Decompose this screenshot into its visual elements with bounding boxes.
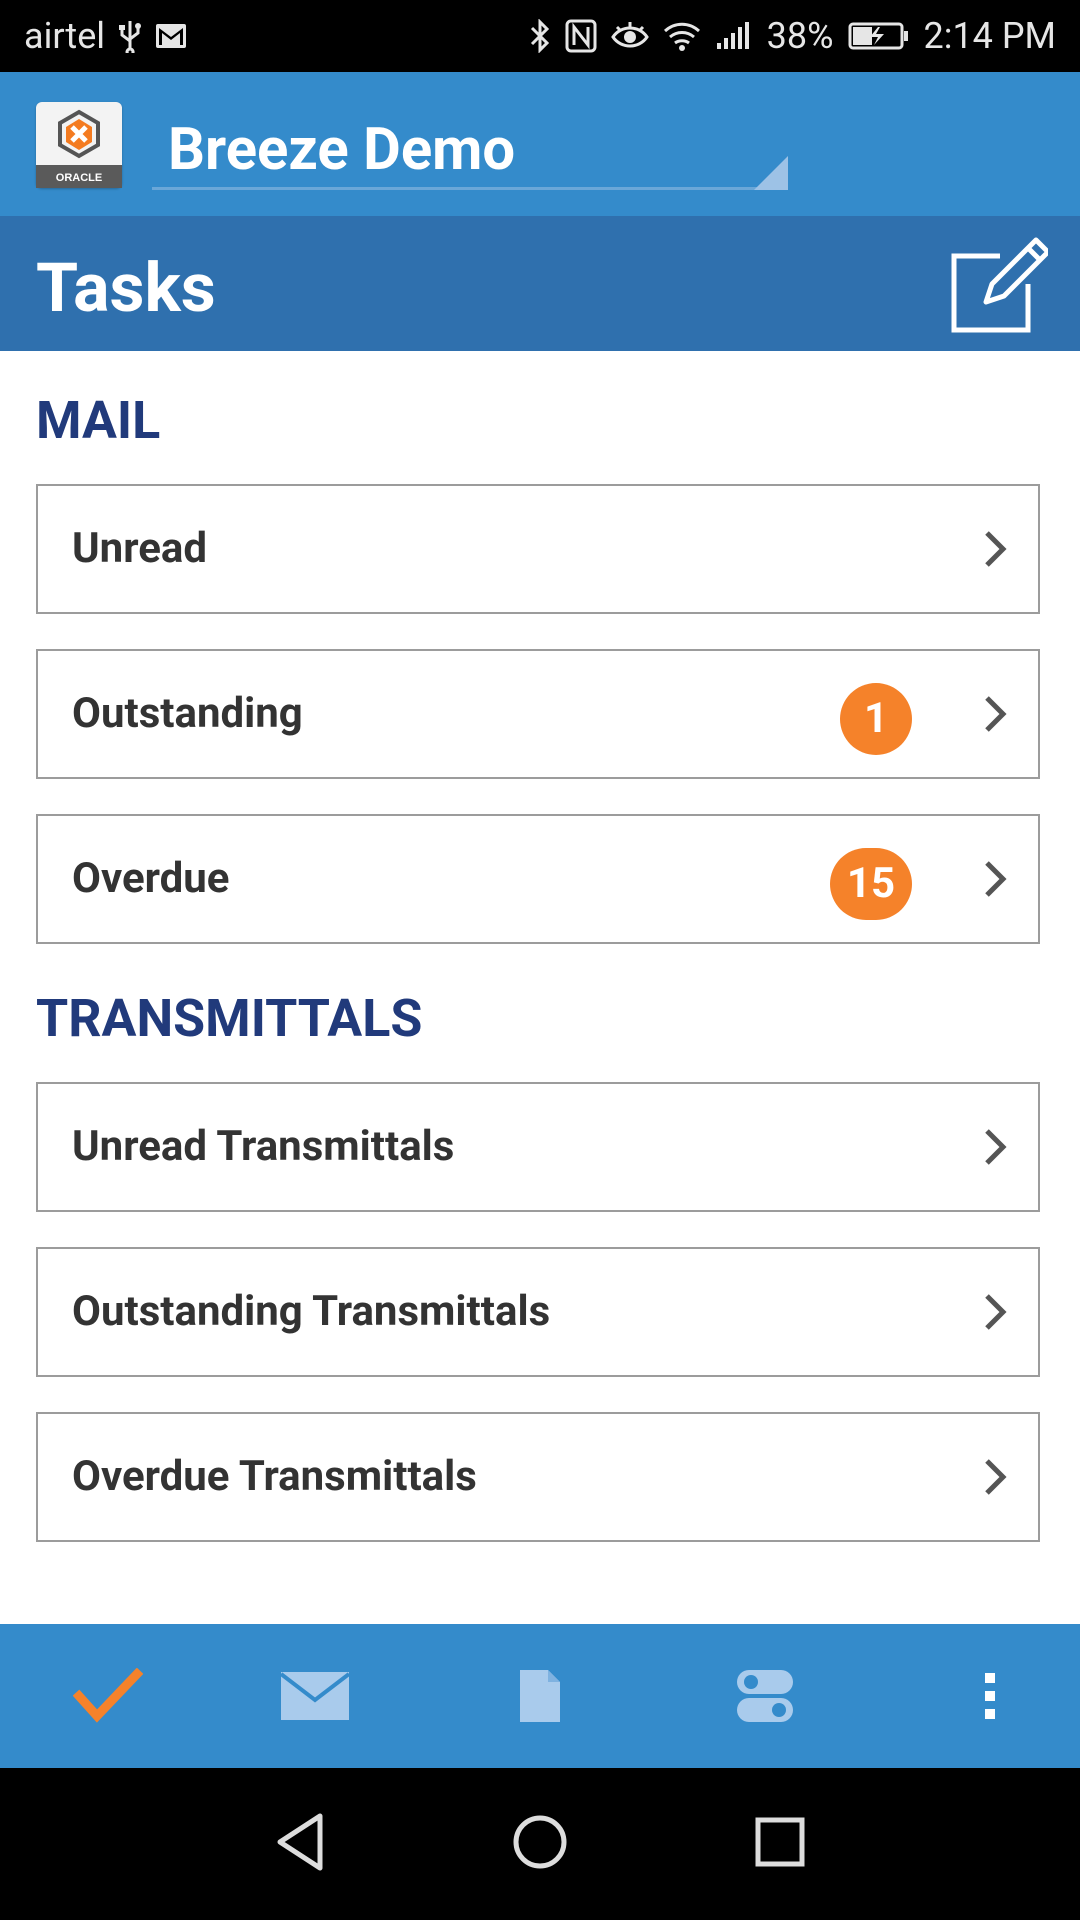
- list-item-outstanding[interactable]: Outstanding 1: [36, 649, 1040, 779]
- more-vertical-icon: [985, 1673, 995, 1719]
- checkmark-icon: [73, 1668, 143, 1723]
- status-bar: airtel 38% 2:14 PM: [0, 0, 1080, 72]
- count-badge: 1: [840, 683, 912, 755]
- nfc-icon: [565, 19, 597, 53]
- chevron-right-icon: [985, 1294, 1007, 1330]
- usb-icon: [117, 19, 143, 53]
- nav-mail-button[interactable]: [207, 1624, 423, 1768]
- section-title-mail: MAIL: [36, 390, 161, 451]
- list-item-overdue[interactable]: Overdue 15: [36, 814, 1040, 944]
- list-item-unread-transmittals[interactable]: Unread Transmittals: [36, 1082, 1040, 1212]
- nav-tasks-button[interactable]: [0, 1624, 216, 1768]
- chevron-right-icon: [985, 1459, 1007, 1495]
- tasks-header: Tasks: [0, 216, 1080, 351]
- recents-button[interactable]: [754, 1812, 806, 1876]
- clock: 2:14 PM: [923, 15, 1057, 57]
- list-item-label: Overdue: [72, 854, 230, 903]
- battery-charging-icon: [848, 21, 910, 51]
- signal-icon: [715, 21, 753, 51]
- chevron-right-icon: [985, 861, 1007, 897]
- chevron-right-icon: [985, 696, 1007, 732]
- system-navigation-bar: [0, 1768, 1080, 1920]
- bluetooth-icon: [529, 19, 551, 53]
- compose-button[interactable]: [948, 236, 1051, 336]
- nav-workflows-button[interactable]: [657, 1624, 873, 1768]
- eye-comfort-icon: [610, 21, 649, 51]
- bottom-navigation: [0, 1624, 1080, 1768]
- document-icon: [520, 1670, 560, 1722]
- project-selector[interactable]: Breeze Demo: [152, 86, 788, 204]
- gmail-icon: [155, 23, 187, 49]
- home-circle-icon: [513, 1815, 567, 1869]
- toggle-icon: [737, 1670, 793, 1722]
- app-logo[interactable]: ORACLE: [36, 102, 122, 188]
- list-item-label: Outstanding Transmittals: [72, 1287, 551, 1336]
- chevron-right-icon: [985, 1129, 1007, 1165]
- section-title-transmittals: TRANSMITTALS: [36, 988, 423, 1049]
- list-item-unread[interactable]: Unread: [36, 484, 1040, 614]
- carrier-name: airtel: [24, 15, 106, 57]
- selector-underline: [152, 187, 788, 190]
- logo-text: ORACLE: [56, 172, 102, 184]
- dropdown-triangle-icon: [754, 156, 788, 190]
- chevron-right-icon: [985, 531, 1007, 567]
- app-bar: ORACLE Breeze Demo: [0, 72, 1080, 216]
- back-button[interactable]: [274, 1812, 326, 1876]
- list-item-label: Overdue Transmittals: [72, 1452, 477, 1501]
- list-item-label: Unread Transmittals: [72, 1122, 455, 1171]
- project-name: Breeze Demo: [168, 116, 516, 184]
- mail-icon: [280, 1672, 350, 1720]
- page-title: Tasks: [36, 248, 216, 328]
- wifi-icon: [663, 21, 701, 51]
- nav-documents-button[interactable]: [432, 1624, 648, 1768]
- list-item-label: Outstanding: [72, 689, 303, 738]
- back-triangle-icon: [277, 1813, 323, 1871]
- home-button[interactable]: [510, 1812, 570, 1876]
- list-item-outstanding-transmittals[interactable]: Outstanding Transmittals: [36, 1247, 1040, 1377]
- oracle-aconex-logo-icon: ORACLE: [36, 109, 122, 188]
- compose-icon: [951, 237, 1051, 333]
- list-item-overdue-transmittals[interactable]: Overdue Transmittals: [36, 1412, 1040, 1542]
- battery-percent: 38%: [766, 15, 834, 57]
- nav-more-button[interactable]: [882, 1624, 1080, 1768]
- count-badge: 15: [830, 848, 912, 920]
- list-item-label: Unread: [72, 524, 208, 573]
- recents-square-icon: [755, 1817, 805, 1867]
